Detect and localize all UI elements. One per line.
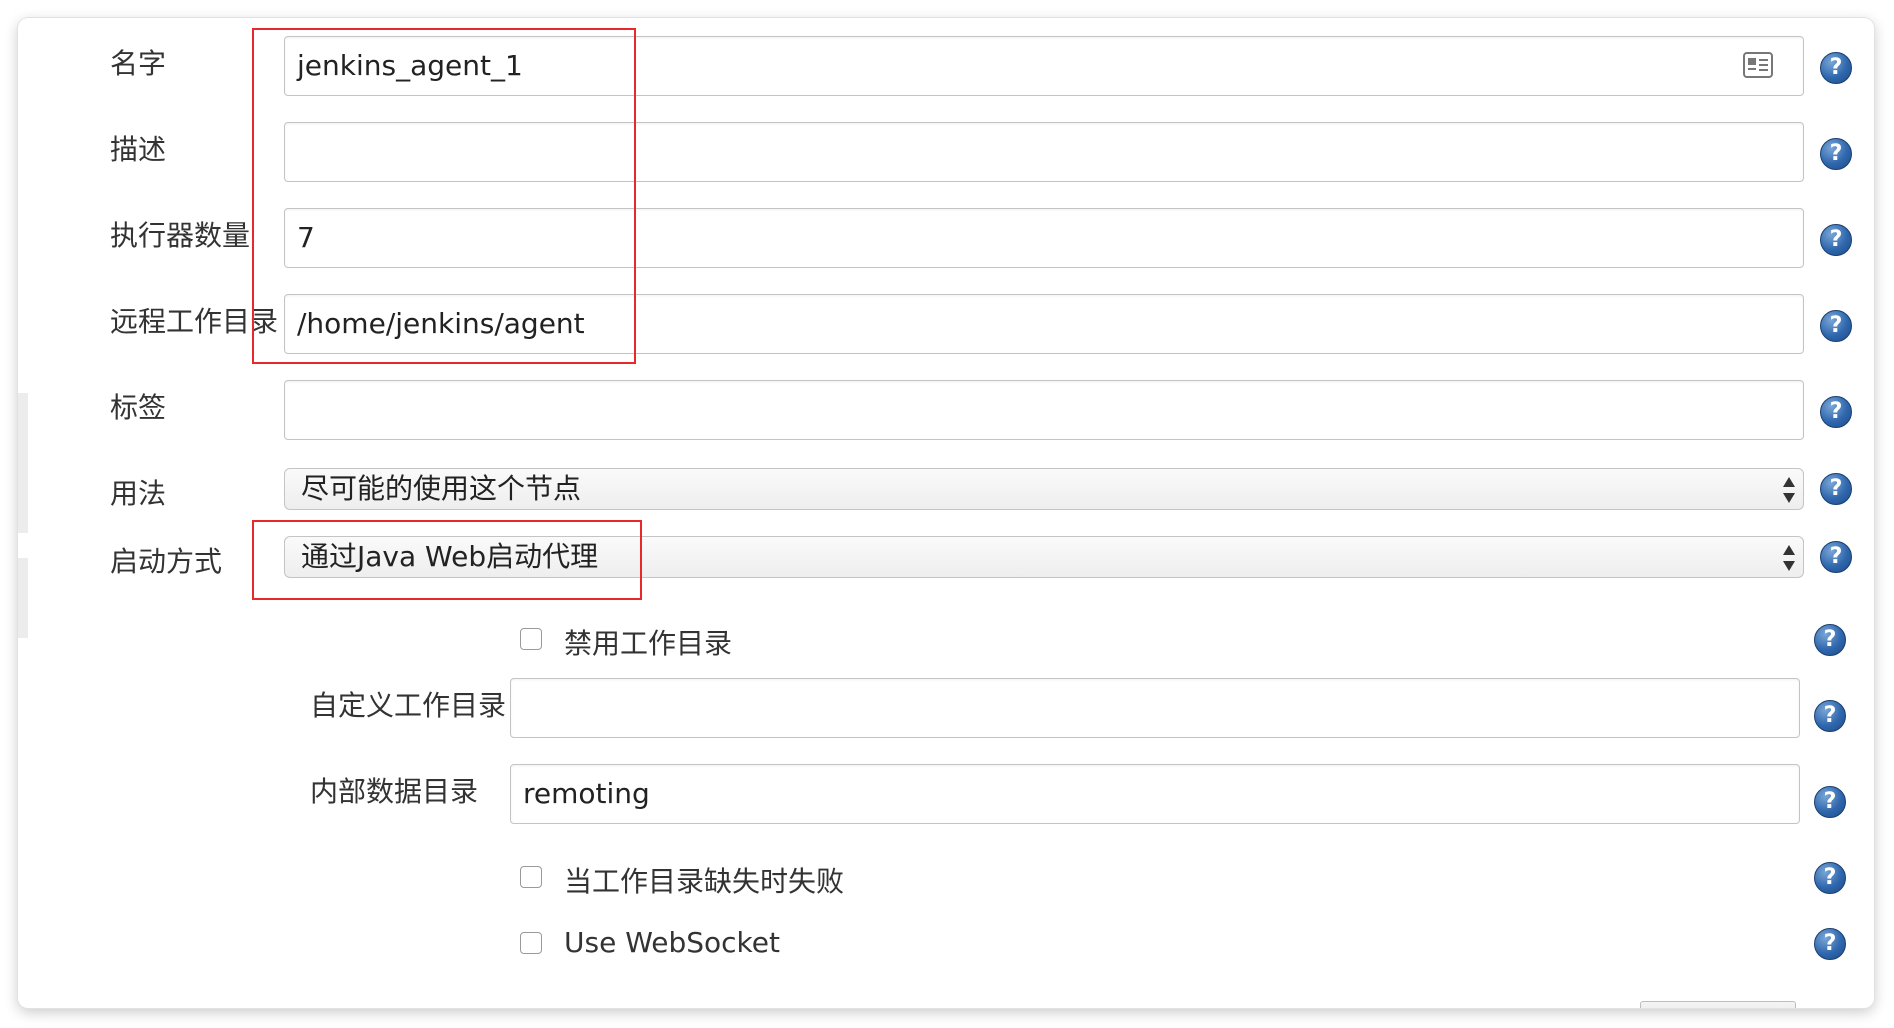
fail-if-missing-label: 当工作目录缺失时失败 [564,865,845,898]
remote-dir-value: /home/jenkins/agent [297,307,585,340]
launch-method-selected: 通过Java Web启动代理 [301,540,599,573]
usage-label: 用法 [110,477,167,510]
save-button[interactable]: 保存 [1640,1001,1796,1008]
launch-method-select[interactable]: 通过Java Web启动代理 [284,536,1804,578]
left-edge-tab-2 [18,558,28,638]
name-field[interactable]: jenkins_agent_1 [284,36,1804,96]
left-edge-tab [18,393,28,533]
internal-data-dir-label: 内部数据目录 [310,775,479,808]
use-websocket-help-icon[interactable]: ? [1814,928,1846,960]
labels-field[interactable] [284,380,1804,440]
description-help-icon[interactable]: ? [1820,138,1852,170]
fail-if-missing-checkbox[interactable] [520,866,542,888]
launch-method-help-icon[interactable]: ? [1820,541,1852,573]
custom-workdir-help-icon[interactable]: ? [1814,700,1846,732]
description-field[interactable] [284,122,1804,182]
up-down-arrows-icon [1783,477,1795,503]
disable-workdir-label: 禁用工作目录 [564,627,733,660]
internal-data-dir-help-icon[interactable]: ? [1814,786,1846,818]
launch-method-label: 启动方式 [110,545,223,578]
name-help-icon[interactable]: ? [1820,52,1852,84]
contact-card-icon[interactable] [1743,52,1773,78]
remote-dir-field[interactable]: /home/jenkins/agent [284,294,1804,354]
up-down-arrows-icon [1783,545,1795,571]
description-label: 描述 [110,133,167,166]
usage-selected: 尽可能的使用这个节点 [301,472,582,505]
usage-select[interactable]: 尽可能的使用这个节点 [284,468,1804,510]
custom-workdir-field[interactable] [510,678,1800,738]
internal-data-dir-field[interactable]: remoting [510,764,1800,824]
disable-workdir-checkbox[interactable] [520,628,542,650]
name-value: jenkins_agent_1 [297,49,523,82]
executors-field[interactable]: 7 [284,208,1804,268]
use-websocket-checkbox[interactable] [520,932,542,954]
executors-label: 执行器数量 [110,219,251,252]
labels-help-icon[interactable]: ? [1820,396,1852,428]
fail-if-missing-help-icon[interactable]: ? [1814,862,1846,894]
remote-dir-label: 远程工作目录 [110,305,279,338]
executors-value: 7 [297,221,315,254]
config-window: 名字 jenkins_agent_1 ? 描述 ? 执行器数量 7 ? 远程工作… [18,18,1874,1008]
internal-data-dir-value: remoting [523,777,650,810]
labels-label: 标签 [110,391,167,424]
name-label: 名字 [110,47,167,80]
remote-dir-help-icon[interactable]: ? [1820,310,1852,342]
executors-help-icon[interactable]: ? [1820,224,1852,256]
disable-workdir-help-icon[interactable]: ? [1814,624,1846,656]
use-websocket-label: Use WebSocket [564,926,780,959]
usage-help-icon[interactable]: ? [1820,473,1852,505]
custom-workdir-label: 自定义工作目录 [310,689,507,722]
